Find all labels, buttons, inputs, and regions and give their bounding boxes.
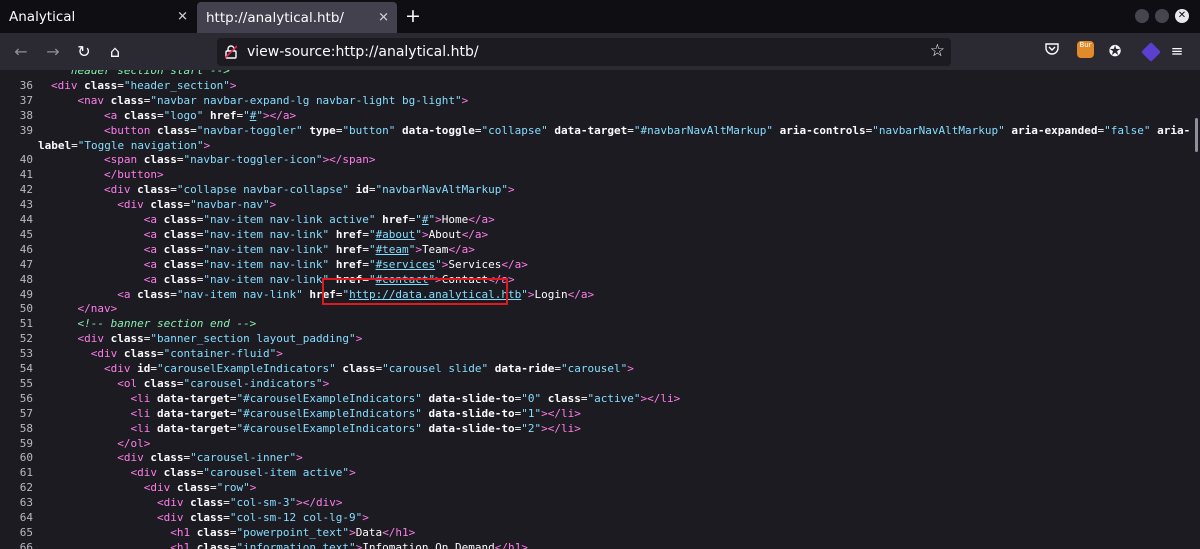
line-number: 48 (19, 272, 33, 286)
source-line: 37 <nav class="navbar navbar-expand-lg n… (0, 93, 469, 108)
source-line: 61 <div class="carousel-item active"> (0, 465, 356, 480)
new-tab-button[interactable]: + (402, 5, 424, 27)
source-line: 55 <ol class="carousel-indicators"> (0, 376, 329, 391)
line-number: 38 (19, 108, 33, 122)
back-arrow-icon[interactable]: ← (10, 41, 32, 63)
home-icon[interactable]: ⌂ (104, 41, 126, 63)
source-line: 57 <li data-target="#carouselExampleIndi… (0, 406, 581, 421)
source-line: header section start --> (51, 70, 230, 77)
line-number: 49 (19, 287, 33, 301)
source-line: 53 <div class="container-fluid"> (0, 346, 283, 361)
source-line: 64 <div class="col-sm-12 col-lg-9"> (0, 510, 369, 525)
source-line: 36 <div class="header_section"> (0, 78, 237, 93)
source-line: 50 </nav> (0, 301, 118, 316)
highlight-box (322, 278, 508, 305)
source-line: 54 <div id="carouselExampleIndicators" c… (0, 361, 634, 376)
url-bar[interactable]: view-source:http://analytical.htb/ ☆ (217, 38, 951, 66)
view-source-content: header section start --> 36 <div class="he… (0, 70, 1200, 549)
burp-label: Bur (1079, 41, 1092, 49)
tab-title: http://analytical.htb/ (206, 9, 344, 26)
line-number: 53 (19, 347, 33, 361)
bookmark-star-icon[interactable]: ☆ (930, 41, 945, 61)
line-number: 59 (19, 436, 33, 450)
line-number: 41 (19, 168, 33, 182)
minimize-button[interactable] (1135, 9, 1149, 23)
navigation-toolbar: ← → ↻ ⌂ view-source:http://analytical.ht… (0, 33, 1200, 70)
source-line: 40 <span class="navbar-toggler-icon"></s… (0, 152, 376, 167)
line-number: 63 (19, 496, 33, 510)
insecure-lock-icon[interactable] (225, 45, 237, 59)
close-icon[interactable]: ✕ (378, 10, 389, 25)
line-number: 51 (19, 317, 33, 331)
source-line: 38 <a class="logo" href="#"></a> (0, 108, 296, 123)
line-number: 39 (19, 123, 33, 137)
line-number: 54 (19, 362, 33, 375)
source-line: 42 <div class="collapse navbar-collapse"… (0, 182, 515, 197)
scrollbar[interactable] (1195, 118, 1198, 152)
source-line: 58 <li data-target="#carouselExampleIndi… (0, 421, 581, 436)
tab-analytical[interactable]: Analytical ✕ (0, 0, 196, 33)
line-number: 36 (19, 78, 33, 92)
forward-arrow-icon[interactable]: → (42, 41, 64, 63)
source-line: label="Toggle navigation"> (38, 138, 211, 152)
line-number: 65 (19, 525, 33, 539)
line-number: 46 (19, 242, 33, 256)
source-line: 46 <a class="nav-item nav-link" href="#t… (0, 242, 475, 257)
burp-extension-icon[interactable]: Bur (1077, 41, 1094, 58)
line-number: 52 (19, 332, 33, 346)
line-number: 47 (19, 257, 33, 271)
line-number: 43 (19, 198, 33, 212)
cookie-icon[interactable]: ✪ (1104, 40, 1126, 62)
line-number: 55 (19, 376, 33, 390)
source-line: 63 <div class="col-sm-3"></div> (0, 495, 343, 510)
source-line: 51 <!-- banner section end --> (0, 316, 257, 331)
source-line: 65 <h1 class="powerpoint_text">Data</h1> (0, 525, 416, 540)
source-line: 39 <button class="navbar-toggler" type="… (0, 123, 1190, 138)
line-number: 64 (19, 511, 33, 524)
line-number: 40 (19, 153, 33, 167)
line-number: 60 (19, 451, 33, 465)
close-icon[interactable]: ✕ (177, 9, 188, 24)
menu-icon[interactable]: ≡ (1166, 40, 1188, 62)
source-line: 45 <a class="nav-item nav-link" href="#a… (0, 227, 488, 242)
maximize-button[interactable] (1155, 9, 1169, 23)
source-line: 56 <li data-target="#carouselExampleIndi… (0, 391, 680, 406)
line-number: 66 (19, 540, 33, 549)
source-line: 66 <h1 class="information_text">Infomati… (0, 540, 528, 549)
source-line: 52 <div class="banner_section layout_pad… (0, 331, 363, 346)
tab-active[interactable]: http://analytical.htb/ ✕ (197, 2, 397, 33)
tab-title: Analytical (9, 8, 76, 25)
line-number: 61 (19, 466, 33, 480)
line-number: 50 (19, 302, 33, 316)
source-line: 44 <a class="nav-item nav-link active" h… (0, 212, 495, 227)
source-line: 60 <div class="carousel-inner"> (0, 450, 303, 465)
url-text: view-source:http://analytical.htb/ (247, 44, 479, 60)
extension-icon[interactable] (1141, 42, 1161, 62)
source-line: 41 </button> (0, 167, 164, 182)
source-line: 62 <div class="row"> (0, 480, 257, 495)
reload-icon[interactable]: ↻ (73, 41, 95, 63)
line-number: 37 (19, 93, 33, 107)
line-number: 56 (19, 391, 33, 405)
line-number: 42 (19, 183, 33, 197)
source-line: 43 <div class="navbar-nav"> (0, 197, 276, 212)
source-line: 47 <a class="nav-item nav-link" href="#s… (0, 257, 528, 272)
line-number: 57 (19, 406, 33, 420)
line-number: 44 (19, 213, 33, 226)
line-number: 58 (19, 421, 33, 435)
tab-strip: Analytical ✕ http://analytical.htb/ ✕ + … (0, 0, 1200, 33)
pocket-icon[interactable] (1041, 40, 1063, 62)
line-number: 45 (19, 227, 33, 241)
line-number: 62 (19, 481, 33, 495)
window-close-button[interactable]: ✕ (1175, 9, 1189, 23)
source-line: 59 </ol> (0, 436, 151, 451)
